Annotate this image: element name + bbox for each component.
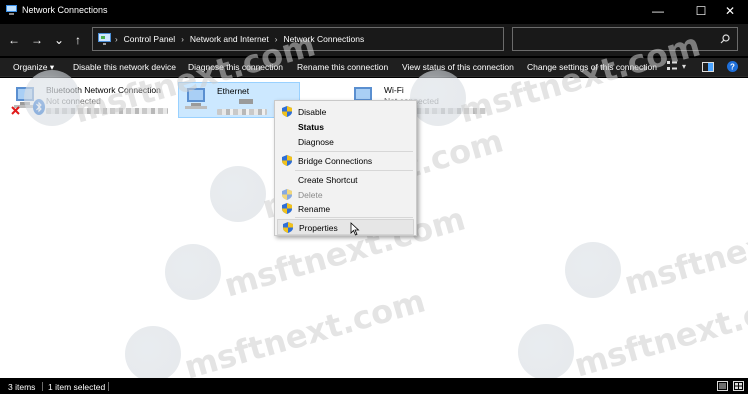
watermark-text: msftnext.com [180,281,430,387]
network-connections-app-icon [6,5,17,15]
breadcrumb: › Control Panel › Network and Internet ›… [115,34,364,44]
menu-item-rename[interactable]: Rename [277,201,414,216]
recent-locations-button[interactable]: ⌄ [51,32,67,48]
window-title: Network Connections [22,5,108,15]
watermark-text: msftnext.com [620,197,748,303]
menu-item-label: Properties [299,223,338,233]
breadcrumb-separator: › [115,34,118,44]
bluetooth-icon [33,99,45,115]
shield-icon [283,222,293,233]
forward-button[interactable]: → [29,32,45,48]
preview-pane-icon[interactable] [702,62,714,72]
menu-separator [295,151,413,152]
menu-item-delete: Delete [277,187,414,202]
connection-name: Wi-Fi [384,85,404,95]
search-input[interactable] [517,31,707,47]
adapter-name-redacted [416,108,486,114]
context-menu: Disable Status Diagnose Bridge Connectio… [274,100,417,236]
disable-device-button[interactable]: Disable this network device [73,62,176,72]
title-bar: Network Connections — ☐ ✕ [0,0,748,21]
selected-count: 1 item selected [48,382,106,392]
change-view-icon[interactable] [667,61,677,71]
adapter-name-redacted [217,109,267,115]
search-icon[interactable] [720,34,730,44]
connection-item-bluetooth[interactable]: Bluetooth Network Connection Not connect… [8,82,178,118]
watermark-globe [518,324,574,380]
rename-connection-button[interactable]: Rename this connection [297,62,388,72]
diagnose-connection-button[interactable]: Diagnose this connection [188,62,283,72]
command-bar: Organize ▾ Disable this network device D… [0,58,748,77]
menu-item-status[interactable]: Status [277,119,414,134]
menu-item-diagnose[interactable]: Diagnose [277,134,414,149]
menu-item-label: Diagnose [298,137,334,147]
view-options-dropdown-icon[interactable]: ▾ [682,62,686,71]
disabled-x-icon [11,106,20,115]
breadcrumb-separator: › [274,34,278,44]
menu-separator [295,170,413,171]
help-icon[interactable]: ? [727,61,738,72]
back-button[interactable]: ← [6,32,22,48]
connection-name: Bluetooth Network Connection [46,85,161,95]
change-settings-button[interactable]: Change settings of this connection [527,62,657,72]
menu-item-label: Delete [298,190,323,200]
menu-item-label: Disable [298,107,327,117]
menu-item-label: Create Shortcut [298,175,358,185]
status-separator [108,382,109,391]
menu-item-label: Bridge Connections [298,156,373,166]
adapter-name-redacted [46,108,168,114]
close-button[interactable]: ✕ [712,0,748,21]
connection-name: Ethernet [217,86,250,96]
view-status-button[interactable]: View status of this connection [402,62,514,72]
breadcrumb-control-panel[interactable]: Control Panel [124,34,176,44]
menu-item-disable[interactable]: Disable [277,104,414,119]
watermark-globe [210,166,266,222]
breadcrumb-separator: › [181,34,184,44]
watermark-globe [565,242,621,298]
items-count: 3 items [8,382,36,392]
menu-item-label: Rename [298,204,331,214]
connection-status: Not connected [46,96,101,106]
shield-icon [282,155,292,166]
status-bar: 3 items 1 item selected [0,378,748,394]
menu-item-properties[interactable]: Properties [277,219,414,235]
organize-button[interactable]: Organize ▾ [13,62,54,73]
watermark-globe [165,244,221,300]
search-box[interactable] [512,27,738,51]
menu-item-label: Status [298,122,324,132]
network-adapter-icon [185,88,207,109]
mouse-pointer-icon [350,222,360,236]
minimize-button[interactable]: — [640,0,676,21]
shield-icon [282,203,292,214]
watermark-globe [125,326,181,382]
menu-separator [295,217,413,218]
large-icons-view-icon[interactable] [733,381,744,391]
breadcrumb-network-connections[interactable]: Network Connections [283,34,364,44]
shield-icon [282,189,292,200]
menu-item-bridge-connections[interactable]: Bridge Connections [277,153,414,168]
up-button[interactable]: ↑ [70,32,86,48]
watermark-text: msftnext.com [570,279,748,385]
shield-icon [282,106,292,117]
details-view-icon[interactable] [717,381,728,391]
breadcrumb-network-and-internet[interactable]: Network and Internet [190,34,269,44]
connection-status-redacted [239,99,253,104]
svg-text:?: ? [730,63,735,72]
address-bar[interactable]: › Control Panel › Network and Internet ›… [92,27,587,51]
status-separator [42,382,43,391]
menu-item-create-shortcut[interactable]: Create Shortcut [277,172,414,187]
control-panel-icon [98,33,111,45]
